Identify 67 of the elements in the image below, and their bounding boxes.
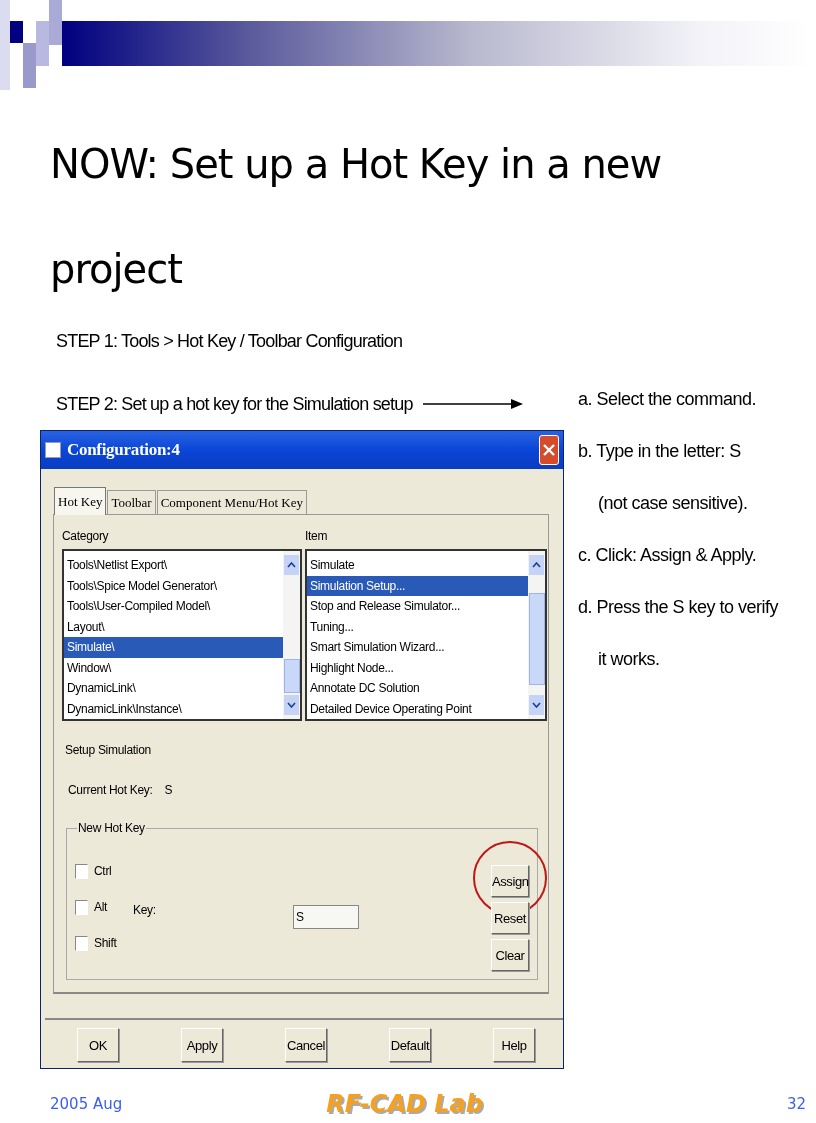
logo-text: RF-CAD Lab xyxy=(326,1090,483,1118)
list-item[interactable]: Tuning... xyxy=(307,616,528,637)
scroll-thumb[interactable] xyxy=(283,659,300,693)
dialog-button[interactable]: OK xyxy=(77,1028,119,1062)
dialog-button[interactable]: Clear xyxy=(491,939,529,971)
close-icon xyxy=(542,443,556,457)
dialog-button[interactable]: Reset xyxy=(491,902,529,934)
list-item[interactable]: DynamicLink\ xyxy=(64,678,283,699)
current-hot-key-label: Current Hot Key: xyxy=(68,783,153,799)
list-item[interactable]: Highlight Node... xyxy=(307,657,528,678)
group-title: New Hot Key xyxy=(77,821,146,835)
scroll-down-icon[interactable] xyxy=(284,695,299,715)
scrollbar[interactable] xyxy=(283,551,300,719)
list-label: Category xyxy=(62,529,110,545)
key-input-field[interactable]: S xyxy=(293,905,359,929)
scroll-thumb[interactable] xyxy=(528,593,545,685)
page-number: 32 xyxy=(786,1095,806,1113)
square-pattern-icon xyxy=(0,0,62,90)
list-item[interactable]: Simulate xyxy=(307,555,528,576)
key-label: Key: xyxy=(133,903,157,917)
instruction-text: d. Press the S key to verify xyxy=(578,596,780,619)
dialog-button[interactable]: Assign xyxy=(491,865,529,897)
list-item[interactable]: Annotate DC Solution xyxy=(307,678,528,699)
list-item[interactable]: Stop and Release Simulator... xyxy=(307,596,528,617)
instruction-text: (not case sensitive). xyxy=(597,492,749,515)
close-button[interactable] xyxy=(539,435,559,465)
list-item[interactable]: DynamicLink\Instance\ xyxy=(64,698,283,719)
slide-title: NOW: Set up a Hot Key in a new project xyxy=(50,140,663,294)
scroll-up-icon[interactable] xyxy=(529,555,544,575)
step-text: STEP 1: Tools > Hot Key / Toolbar Configuration xyxy=(56,330,404,353)
list-item[interactable]: Tools\Spice Model Generator\ xyxy=(64,575,283,596)
list-item[interactable]: Smart Simulation Wizard... xyxy=(307,637,528,658)
checkbox[interactable] xyxy=(75,899,88,915)
checkbox[interactable] xyxy=(75,935,88,951)
instruction-text: b. Type in the letter: S xyxy=(578,440,742,463)
scroll-up-icon[interactable] xyxy=(284,555,299,575)
list-item[interactable]: Simulation Setup... xyxy=(307,575,528,596)
list-item[interactable]: Layout\ xyxy=(64,616,283,637)
scrollbar[interactable] xyxy=(528,551,545,719)
list-label: Item xyxy=(305,529,329,545)
dialog-button[interactable]: Apply xyxy=(181,1028,223,1062)
dialog-button[interactable]: Cancel xyxy=(285,1028,327,1062)
instruction-text: it works. xyxy=(597,648,661,671)
window-title: Configuration:4 xyxy=(67,440,181,460)
checkbox-label: Alt xyxy=(94,900,108,914)
window-icon xyxy=(45,442,61,458)
tab[interactable]: Component Menu/Hot Key xyxy=(156,490,307,514)
tab[interactable]: Toolbar xyxy=(107,490,156,514)
list-item[interactable]: Tools\User-Compiled Model\ xyxy=(64,596,283,617)
footer-date: 2005 Aug xyxy=(50,1095,123,1113)
checkbox[interactable] xyxy=(75,863,88,879)
list-item[interactable]: Tools\Netlist Export\ xyxy=(64,555,283,576)
list-item[interactable]: Simulate\ xyxy=(64,637,283,658)
scroll-down-icon[interactable] xyxy=(529,695,544,715)
arrow-icon xyxy=(422,398,523,410)
command-description: Setup Simulation xyxy=(64,743,152,759)
instruction-text: a. Select the command. xyxy=(578,388,758,411)
checkbox-label: Ctrl xyxy=(94,864,112,878)
list-item[interactable]: Detailed Device Operating Point xyxy=(307,698,528,719)
list-item[interactable]: Window\ xyxy=(64,657,283,678)
step-text: STEP 2: Set up a hot key for the Simulation setup xyxy=(56,393,413,415)
dialog-button[interactable]: Help xyxy=(493,1028,535,1062)
instruction-text: c. Click: Assign & Apply. xyxy=(578,544,758,567)
dialog-button[interactable]: Default xyxy=(389,1028,431,1062)
current-hot-key-value: S xyxy=(164,783,173,799)
checkbox-label: Shift xyxy=(94,936,117,950)
tab[interactable]: Hot Key xyxy=(54,487,107,515)
